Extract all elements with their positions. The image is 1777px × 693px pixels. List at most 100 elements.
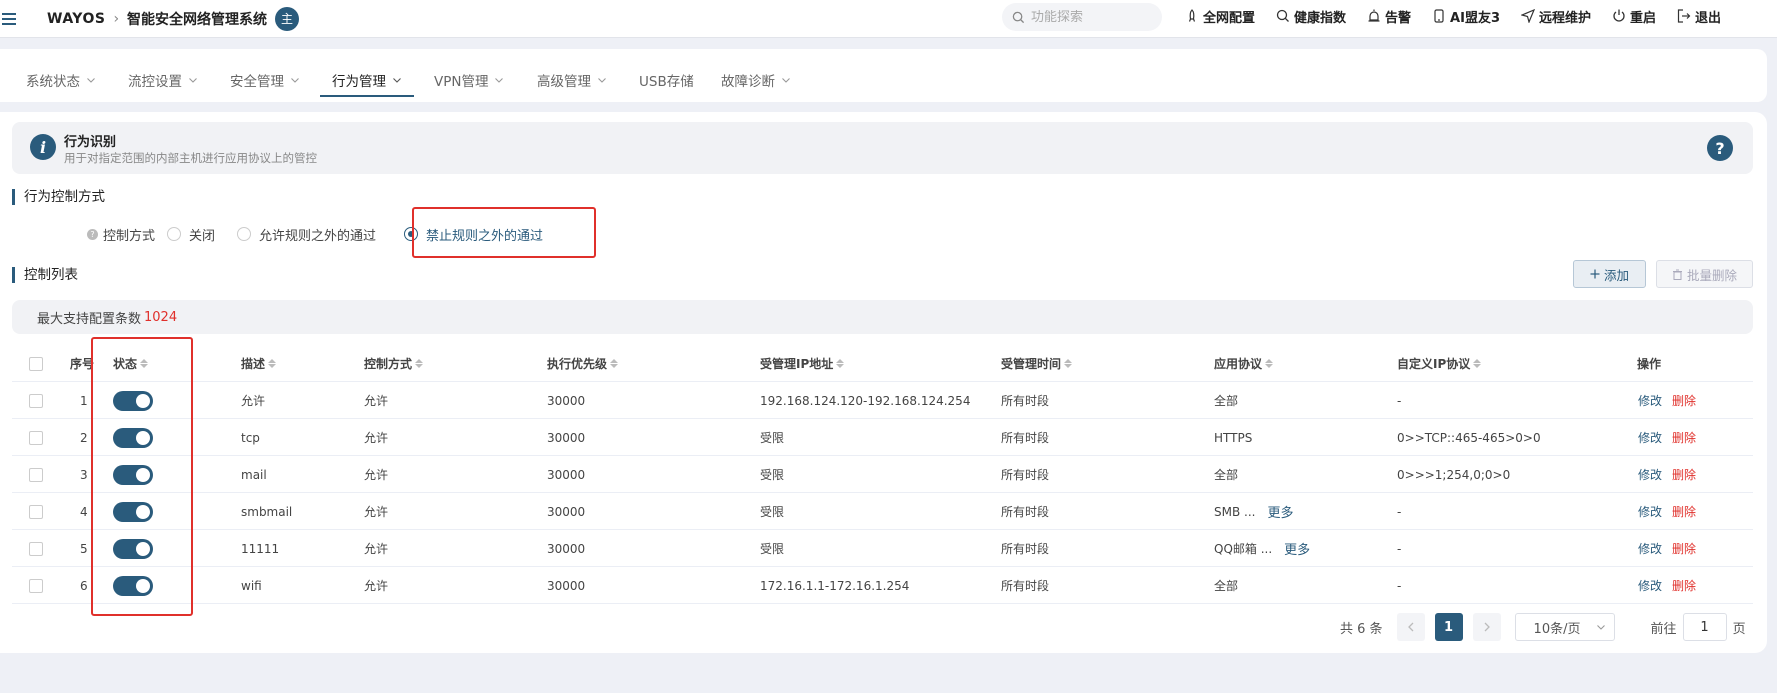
ai-ally-button[interactable]: AI盟友3 [1432,7,1500,26]
row-checkbox[interactable] [29,467,43,482]
tab-advanced[interactable]: 高级管理 [537,67,607,93]
role-badge[interactable]: 主 [275,6,300,31]
edit-link[interactable]: 修改 [1638,503,1662,520]
tab-label: 安全管理 [230,74,284,90]
status-toggle[interactable] [113,575,153,596]
row-priority: 30000 [547,541,586,556]
alarm-label: 告警 [1385,10,1412,26]
remote-maintenance-button[interactable]: 远程维护 [1521,7,1591,26]
global-config-button[interactable]: 全网配置 [1185,7,1255,26]
radio-off[interactable]: 关闭 [167,225,215,244]
more-link[interactable]: 更多 [1284,539,1310,558]
alarm-icon [1368,9,1380,22]
more-link[interactable]: 更多 [1267,502,1293,521]
main-nav: 系统状态 流控设置 安全管理 行为管理 VPN管理 高级管理 USB存储 故障诊… [0,49,1767,102]
row-index: 4 [80,504,88,519]
row-checkbox[interactable] [29,578,43,593]
add-button[interactable]: 添加 [1573,260,1646,288]
system-name: 智能安全网络管理系统 [127,11,268,28]
page-number-button[interactable]: 1 [1434,613,1463,641]
goto-page-input[interactable] [1682,613,1727,641]
tab-label: USB存储 [639,74,694,90]
row-checkbox[interactable] [29,430,43,445]
col-ip[interactable]: 受管理IP地址 [760,345,845,382]
status-toggle[interactable] [113,427,153,448]
row-checkbox[interactable] [29,504,43,519]
menu-icon[interactable] [2,12,22,25]
row-priority: 30000 [547,430,586,445]
col-desc[interactable]: 描述 [241,345,277,382]
delete-link[interactable]: 删除 [1672,503,1696,520]
delete-link[interactable]: 删除 [1672,540,1696,557]
row-index: 2 [80,430,88,445]
radio-deny-outside-rules[interactable]: 禁止规则之外的通过 [404,225,543,244]
search-icon [1012,11,1025,23]
col-time[interactable]: 受管理时间 [1001,345,1073,382]
tab-flow-control[interactable]: 流控设置 [128,67,198,93]
col-status[interactable]: 状态 [113,345,149,382]
tab-system-status[interactable]: 系统状态 [26,67,96,93]
tab-vpn[interactable]: VPN管理 [434,67,504,93]
batch-delete-button[interactable]: 批量删除 [1656,260,1753,288]
tab-security[interactable]: 安全管理 [230,67,300,93]
restart-button[interactable]: 重启 [1612,7,1656,26]
chevron-down-icon [189,78,197,83]
row-index: 5 [80,541,88,556]
status-toggle[interactable] [113,501,153,522]
control-mode-label-text: 控制方式 [103,228,156,244]
page-size-select[interactable]: 10条/页 [1514,613,1615,641]
sort-icon [610,359,619,368]
col-priority[interactable]: 执行优先级 [547,345,619,382]
col-mode[interactable]: 控制方式 [364,345,424,382]
row-app-text: 全部 [1214,468,1239,482]
edit-link[interactable]: 修改 [1638,577,1662,594]
section-title-control-mode: 行为控制方式 [12,189,105,205]
row-checkbox[interactable] [29,541,43,556]
tab-usb-storage[interactable]: USB存储 [639,67,694,93]
row-mode: 允许 [364,579,389,593]
radio-dot [237,227,252,241]
edit-link[interactable]: 修改 [1638,429,1662,446]
delete-link[interactable]: 删除 [1672,466,1696,483]
rocket-icon [1188,9,1196,22]
select-all-checkbox[interactable] [29,356,43,371]
row-app: 全部 [1214,567,1238,604]
row-custom-ip: - [1397,504,1402,519]
edit-link[interactable]: 修改 [1638,466,1662,483]
row-desc: tcp [241,430,260,445]
table-row: 1 允许 允许 30000 192.168.124.120-192.168.12… [12,382,1753,419]
tab-diagnostics[interactable]: 故障诊断 [721,67,791,93]
sort-icon [1064,359,1073,368]
status-toggle[interactable] [113,464,153,485]
radio-dot [167,227,182,241]
help-icon[interactable]: ? [1707,135,1733,161]
radio-allow-outside-rules[interactable]: 允许规则之外的通过 [237,225,376,244]
delete-link[interactable]: 删除 [1672,577,1696,594]
status-toggle[interactable] [113,390,153,411]
row-desc: 11111 [241,541,280,556]
edit-link[interactable]: 修改 [1638,392,1662,409]
status-toggle[interactable] [113,538,153,559]
col-custom-ip[interactable]: 自定义IP协议 [1397,345,1482,382]
breadcrumb-separator-icon: › [113,10,120,27]
delete-link[interactable]: 删除 [1672,392,1696,409]
row-desc: wifi [241,578,262,593]
power-icon [1613,9,1625,22]
delete-link[interactable]: 删除 [1672,429,1696,446]
radio-off-label: 关闭 [189,228,216,244]
row-mode: 允许 [364,394,389,408]
edit-link[interactable]: 修改 [1638,540,1662,557]
sort-icon [140,359,149,368]
prev-page-button[interactable] [1396,613,1425,641]
row-checkbox[interactable] [29,393,43,408]
health-index-button[interactable]: 健康指数 [1276,7,1346,26]
col-app[interactable]: 应用协议 [1214,345,1274,382]
logout-button[interactable]: 退出 [1677,7,1721,26]
search-input[interactable] [1031,9,1151,25]
row-mode: 允许 [364,542,389,556]
table-row: 2 tcp 允许 30000 受限 所有时段 HTTPS 0>>TCP::465… [12,419,1753,456]
row-app-text: QQ邮箱 ... [1214,542,1273,556]
next-page-button[interactable] [1472,613,1501,641]
alarm-button[interactable]: 告警 [1367,7,1411,26]
tab-behavior-management[interactable]: 行为管理 [320,67,414,97]
